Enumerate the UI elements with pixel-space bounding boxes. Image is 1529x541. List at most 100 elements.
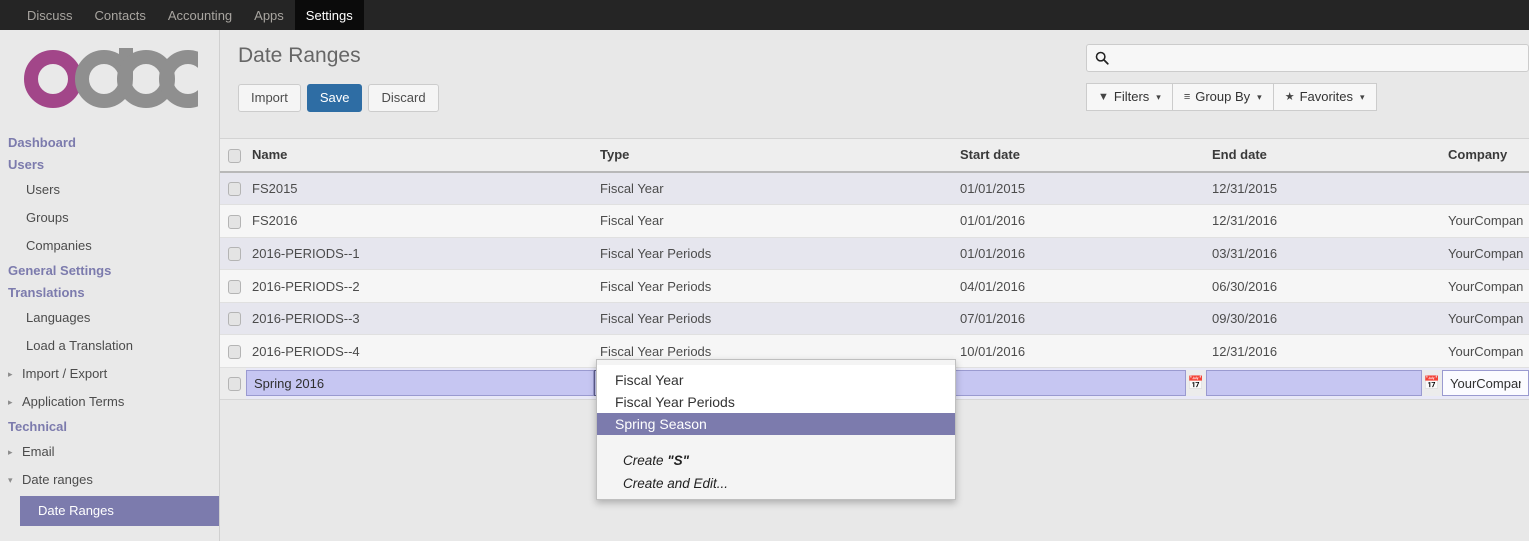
- edit-cell-end-date: 📅: [1206, 367, 1442, 400]
- sidebar-item-email[interactable]: ▸ Email: [0, 438, 219, 466]
- nav-item-settings[interactable]: Settings: [294, 0, 364, 30]
- sidebar-item-label: Companies: [26, 238, 92, 253]
- row-select-cell: [220, 171, 246, 206]
- table-header-row: Name Type Start date End date Company: [220, 139, 1529, 173]
- row-checkbox[interactable]: [228, 344, 241, 359]
- sidebar-item-date-ranges-group[interactable]: ▾ Date ranges: [0, 466, 219, 494]
- row-select-cell: [220, 334, 246, 368]
- start-date-input[interactable]: [954, 370, 1186, 397]
- sidebar-item-import-export[interactable]: ▸ Import / Export: [0, 360, 219, 388]
- row-checkbox[interactable]: [228, 214, 241, 229]
- sidebar-item-label: Load a Translation: [26, 338, 133, 353]
- row-select-cell: [220, 302, 246, 336]
- dropdown-create-value: "S": [667, 453, 690, 468]
- cell-company: YourCompan: [1442, 237, 1529, 271]
- select-all-header: [220, 139, 246, 173]
- cell-start-date: 01/01/2016: [954, 237, 1206, 271]
- cell-company: YourCompan: [1442, 269, 1529, 303]
- edit-cell-name: [246, 367, 594, 400]
- row-checkbox[interactable]: [228, 377, 241, 392]
- end-date-field: 📅: [1206, 370, 1442, 397]
- cell-start-date: 07/01/2016: [954, 302, 1206, 336]
- cell-company: YourCompan: [1442, 302, 1529, 336]
- table-header: Name Type Start date End date Company: [220, 139, 1529, 173]
- column-header-type[interactable]: Type: [594, 139, 954, 173]
- search-icon: [1095, 51, 1109, 65]
- column-header-name[interactable]: Name: [246, 139, 594, 173]
- import-button[interactable]: Import: [238, 84, 301, 112]
- sidebar-item-date-ranges[interactable]: Date Ranges: [20, 496, 219, 526]
- dropdown-option-fiscal-year[interactable]: Fiscal Year: [597, 369, 955, 391]
- sidebar-item-label: Date ranges: [22, 472, 93, 487]
- select-all-checkbox[interactable]: [228, 148, 241, 163]
- sidebar-item-label: Users: [26, 182, 60, 197]
- star-icon: ★: [1284, 91, 1295, 103]
- row-checkbox[interactable]: [228, 312, 241, 327]
- sidebar-item-companies[interactable]: Companies: [0, 232, 219, 260]
- sidebar-item-label: Translations: [8, 285, 85, 300]
- sidebar-item-dashboard[interactable]: Dashboard: [0, 132, 219, 154]
- filters-button[interactable]: ▼ Filters ▾: [1086, 83, 1173, 111]
- row-checkbox[interactable]: [228, 247, 241, 262]
- dropdown-option-label: Spring Season: [615, 416, 707, 432]
- column-header-company[interactable]: Company: [1442, 139, 1529, 173]
- top-navbar: Discuss Contacts Accounting Apps Setting…: [0, 0, 1529, 30]
- column-header-end-date[interactable]: End date: [1206, 139, 1442, 173]
- nav-item-label: Discuss: [27, 7, 73, 23]
- row-checkbox[interactable]: [228, 279, 241, 294]
- company-input[interactable]: [1442, 370, 1529, 397]
- nav-item-apps[interactable]: Apps: [243, 0, 295, 30]
- group-by-button[interactable]: ≡ Group By ▾: [1172, 83, 1274, 111]
- odoo-logo-icon: [24, 48, 198, 108]
- search-input[interactable]: [1109, 49, 1520, 67]
- cell-type: Fiscal Year: [594, 204, 954, 238]
- cell-end-date: 12/31/2016: [1206, 204, 1442, 238]
- chevron-right-icon: ▸: [8, 447, 13, 457]
- sidebar-item-label: Email: [22, 444, 55, 459]
- sidebar-item-label: General Settings: [8, 263, 112, 278]
- table-row[interactable]: 2016-PERIODS--2 Fiscal Year Periods 04/0…: [220, 269, 1529, 303]
- list-icon: ≡: [1183, 91, 1191, 103]
- sidebar-item-general-settings[interactable]: General Settings: [0, 260, 219, 282]
- cell-type: Fiscal Year Periods: [594, 269, 954, 303]
- save-button[interactable]: Save: [306, 84, 363, 112]
- table-row[interactable]: 2016-PERIODS--3 Fiscal Year Periods 07/0…: [220, 302, 1529, 336]
- nav-item-accounting[interactable]: Accounting: [157, 0, 243, 30]
- dropdown-option-spring-season[interactable]: Spring Season: [597, 413, 955, 435]
- sidebar-item-technical[interactable]: Technical: [0, 416, 219, 438]
- sidebar-item-load-a-translation[interactable]: Load a Translation: [0, 332, 219, 360]
- table-row[interactable]: FS2016 Fiscal Year 01/01/2016 12/31/2016…: [220, 204, 1529, 238]
- cell-start-date: 10/01/2016: [954, 334, 1206, 368]
- sidebar-item-application-terms[interactable]: ▸ Application Terms: [0, 388, 219, 416]
- row-checkbox[interactable]: [228, 182, 241, 197]
- cell-name: 2016-PERIODS--1: [246, 237, 594, 271]
- sidebar-item-languages[interactable]: Languages: [0, 304, 219, 332]
- sidebar-item-users-section[interactable]: Users: [0, 154, 219, 176]
- table-row[interactable]: FS2015 Fiscal Year 01/01/2015 12/31/2015: [220, 171, 1529, 206]
- action-button-row: Import Save Discard: [238, 84, 439, 112]
- nav-item-contacts[interactable]: Contacts: [84, 0, 157, 30]
- edit-cell-company: [1442, 367, 1529, 400]
- sidebar-item-users[interactable]: Users: [0, 176, 219, 204]
- discard-button[interactable]: Discard: [368, 84, 439, 112]
- group-by-button-label: Group By: [1195, 89, 1251, 104]
- nav-item-label: Apps: [254, 7, 284, 23]
- end-date-input[interactable]: [1206, 370, 1422, 397]
- sidebar-item-groups[interactable]: Groups: [0, 204, 219, 232]
- row-select-cell: [220, 204, 246, 238]
- sidebar-item-translations[interactable]: Translations: [0, 282, 219, 304]
- chevron-down-icon: ▾: [8, 475, 13, 485]
- table-row[interactable]: 2016-PERIODS--1 Fiscal Year Periods 01/0…: [220, 237, 1529, 271]
- column-header-start-date[interactable]: Start date: [954, 139, 1206, 173]
- favorites-button[interactable]: ★ Favorites ▾: [1273, 83, 1377, 111]
- odoo-logo[interactable]: [0, 30, 219, 132]
- search-bar[interactable]: [1086, 44, 1529, 72]
- name-input[interactable]: [246, 370, 594, 397]
- dropdown-create-option[interactable]: Create "S": [597, 449, 955, 472]
- nav-item-discuss[interactable]: Discuss: [16, 0, 84, 30]
- calendar-icon[interactable]: 📅: [1422, 370, 1442, 397]
- chevron-down-icon: ▾: [1360, 92, 1365, 102]
- calendar-icon[interactable]: 📅: [1186, 370, 1206, 397]
- dropdown-option-fiscal-year-periods[interactable]: Fiscal Year Periods: [597, 391, 955, 413]
- dropdown-create-and-edit-option[interactable]: Create and Edit...: [597, 472, 955, 495]
